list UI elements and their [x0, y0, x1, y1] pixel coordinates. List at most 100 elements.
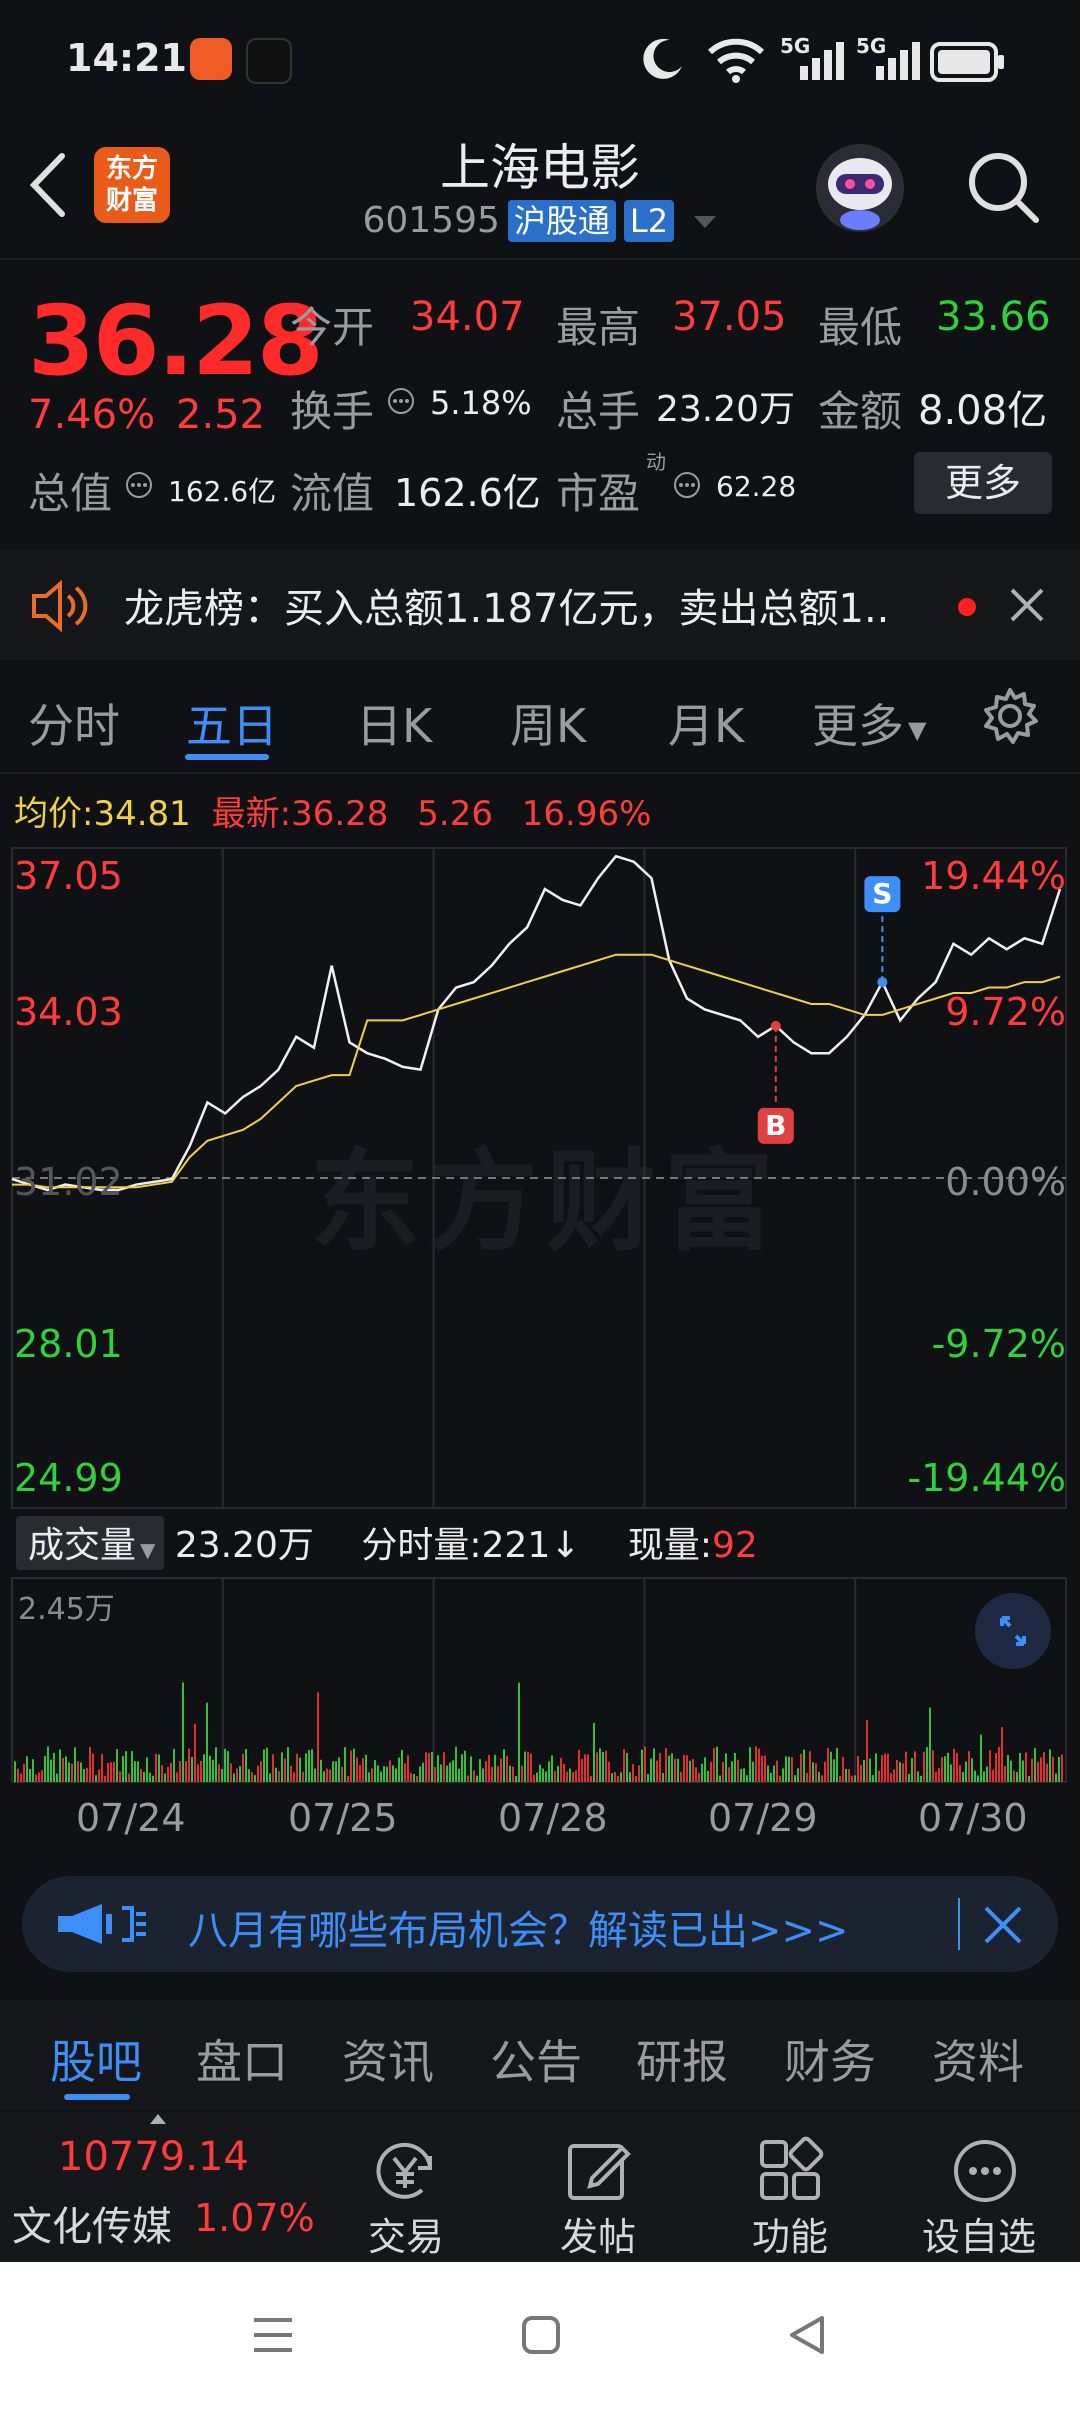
sell-marker-label: S [872, 877, 892, 910]
volume-bar [581, 1758, 583, 1782]
volume-bar [335, 1761, 337, 1782]
signal-icon-1 [800, 42, 844, 80]
functions-button[interactable]: 功能 [752, 2206, 828, 2261]
volume-bar [1022, 1760, 1024, 1782]
volume-bar [809, 1751, 811, 1782]
tab-weekly-k[interactable]: 周K [510, 690, 586, 756]
volume-bar [407, 1755, 409, 1782]
volume-bar [974, 1770, 976, 1782]
tab-news[interactable]: 资讯 [342, 2026, 434, 2092]
sector-index-value[interactable]: 10779.14 [58, 2134, 249, 2180]
menu-nav-icon[interactable] [250, 2312, 296, 2358]
volume-bar [626, 1753, 628, 1782]
volume-bar [404, 1763, 406, 1782]
volume-bar [971, 1758, 973, 1782]
volume-bar [182, 1682, 184, 1782]
volume-bar [488, 1754, 490, 1782]
volume-bar [1052, 1756, 1054, 1782]
volume-bar [884, 1753, 886, 1782]
promo-banner[interactable]: 八月有哪些布局机会？解读已出>>> [22, 1876, 1058, 1972]
volume-bar [911, 1758, 913, 1782]
volume-bar [638, 1765, 640, 1782]
volume-bar [929, 1707, 931, 1782]
five-day-price-chart[interactable]: BS [0, 840, 1080, 1512]
volume-bar [479, 1759, 481, 1782]
volume-bar [752, 1761, 754, 1782]
back-nav-icon[interactable] [784, 2312, 830, 2358]
volume-bar [920, 1775, 922, 1782]
market-cap-value: 162.6亿 [168, 475, 277, 508]
volume-bar [338, 1757, 340, 1782]
volume-bar [635, 1775, 637, 1782]
info-icon[interactable] [672, 470, 702, 500]
change-amount: 2.52 [176, 392, 266, 438]
volume-total: 23.20万 [174, 1525, 314, 1566]
close-banner-icon[interactable] [982, 1904, 1024, 1946]
settings-gear-icon[interactable] [980, 686, 1040, 746]
volume-bar [521, 1765, 523, 1782]
info-icon[interactable] [386, 386, 416, 416]
y-tick-right-2: 0.00% [945, 1160, 1066, 1204]
x-tick-4: 07/30 [918, 1796, 1028, 1840]
volume-bar [548, 1761, 550, 1782]
trade-button[interactable]: 交易 [368, 2206, 444, 2261]
volume-bar [179, 1761, 181, 1782]
post-button[interactable]: 发帖 [560, 2206, 636, 2261]
volume-bar [287, 1747, 289, 1782]
dropdown-icon[interactable] [692, 212, 718, 232]
volume-bar [1016, 1772, 1018, 1782]
volume-bar [260, 1761, 262, 1782]
tab-financials[interactable]: 财务 [784, 2026, 876, 2092]
x-tick-2: 07/28 [498, 1796, 608, 1840]
tab-intraday[interactable]: 分时 [28, 690, 120, 756]
tab-monthly-k[interactable]: 月K [668, 690, 744, 756]
tab-orderbook[interactable]: 盘口 [196, 2026, 288, 2092]
volume-bar [806, 1772, 808, 1782]
header-divider [0, 258, 1080, 260]
tab-research[interactable]: 研报 [636, 2026, 728, 2092]
volume-bar [746, 1775, 748, 1782]
sector-name[interactable]: 文化传媒 [12, 2194, 172, 2252]
volume-bar [248, 1769, 250, 1782]
volume-bar [644, 1746, 646, 1782]
volume-bar [977, 1775, 979, 1782]
tab-forum[interactable]: 股吧 [50, 2026, 142, 2092]
volume-bar [947, 1752, 949, 1782]
volume-bar [113, 1761, 115, 1782]
tab-daily-k[interactable]: 日K [356, 690, 432, 756]
volume-bar [563, 1763, 565, 1782]
volume-bar [437, 1755, 439, 1782]
tab-more[interactable]: 更多 ▼ [812, 690, 926, 756]
unread-dot [958, 598, 976, 616]
close-icon[interactable] [1008, 586, 1046, 624]
volume-bar [770, 1772, 772, 1782]
tab-five-day[interactable]: 五日 [186, 690, 278, 756]
volume-bar [122, 1756, 124, 1782]
volume-bar [1040, 1757, 1042, 1782]
add-watchlist-button[interactable]: 设自选 [922, 2206, 1036, 2261]
volume-bar [905, 1751, 907, 1782]
volume-bar [650, 1758, 652, 1782]
home-nav-icon[interactable] [518, 2312, 564, 2358]
more-quote-button[interactable]: 更多 [914, 452, 1052, 514]
volume-bar [830, 1751, 832, 1782]
volume-bar [908, 1773, 910, 1782]
notice-bar[interactable]: 龙虎榜：买入总额1.187亿元，卖出总额1.. [0, 550, 1080, 660]
volume-bar [191, 1756, 193, 1782]
tab-announcements[interactable]: 公告 [490, 2026, 582, 2092]
volume-bar [422, 1762, 424, 1782]
volume-bar [938, 1768, 940, 1782]
volume-bar [785, 1756, 787, 1782]
info-icon[interactable] [124, 470, 154, 500]
volume-bar [212, 1760, 214, 1782]
tab-profile[interactable]: 资料 [932, 2026, 1024, 2092]
volume-bar [116, 1749, 118, 1782]
volume-bar [41, 1770, 43, 1782]
latest-change: 5.26 [417, 794, 493, 834]
robot-assistant-icon[interactable] [812, 140, 908, 236]
search-icon[interactable] [966, 150, 1042, 226]
expand-icon[interactable] [974, 1592, 1052, 1670]
price-line [11, 854, 1062, 1192]
volume-bar [716, 1746, 718, 1782]
volume-bar [926, 1747, 928, 1782]
